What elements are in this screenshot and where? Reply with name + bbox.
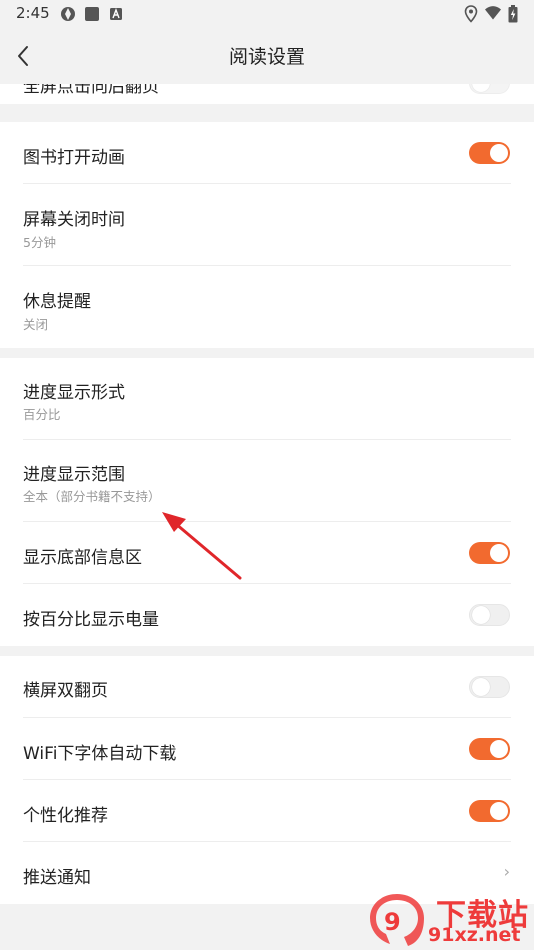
setting-title: 个性化推荐 xyxy=(23,806,108,826)
settings-group-3: 横屏双翻页 WiFi下字体自动下载 个性化推荐 推送通知 › xyxy=(0,656,534,904)
setting-title: 推送通知 xyxy=(23,868,91,888)
toggle-knob xyxy=(472,84,490,92)
setting-row-book-open-animation[interactable]: 图书打开动画 xyxy=(0,122,534,184)
setting-row-progress-display-format[interactable]: 进度显示形式 百分比 xyxy=(0,358,534,440)
setting-title: 休息提醒 xyxy=(23,292,91,312)
setting-row-progress-display-range[interactable]: 进度显示范围 全本（部分书籍不支持） xyxy=(0,440,534,522)
toggle-knob xyxy=(472,606,490,624)
svg-text:9: 9 xyxy=(384,908,401,936)
app-icon xyxy=(61,7,75,21)
setting-title: 图书打开动画 xyxy=(23,148,125,168)
landscape-double-page-toggle[interactable] xyxy=(469,676,510,698)
status-time: 2:45 xyxy=(16,4,50,22)
setting-subtitle: 关闭 xyxy=(23,317,49,332)
book-open-animation-toggle[interactable] xyxy=(469,142,510,164)
toggle-knob xyxy=(490,144,508,162)
setting-title: 横屏双翻页 xyxy=(23,681,108,701)
setting-title: 按百分比显示电量 xyxy=(23,610,159,630)
setting-title: 显示底部信息区 xyxy=(23,548,142,568)
page-title: 阅读设置 xyxy=(228,46,305,68)
toggle-knob xyxy=(472,678,490,696)
toggle-knob xyxy=(490,802,508,820)
personalized-recommendation-toggle[interactable] xyxy=(469,800,510,822)
setting-title: 屏幕关闭时间 xyxy=(23,210,125,230)
setting-row-screen-off-time[interactable]: 屏幕关闭时间 5分钟 xyxy=(0,184,534,266)
toggle-knob xyxy=(490,544,508,562)
stop-icon xyxy=(85,7,99,21)
settings-group-1: 图书打开动画 屏幕关闭时间 5分钟 休息提醒 关闭 xyxy=(0,122,534,348)
setting-row-wifi-font-download[interactable]: WiFi下字体自动下载 xyxy=(0,718,534,780)
watermark: 9 下载站 91xz.net xyxy=(360,890,534,950)
battery-percentage-toggle[interactable] xyxy=(469,604,510,626)
setting-row-battery-percentage[interactable]: 按百分比显示电量 xyxy=(0,584,534,646)
clipped-row-title: 全屏点击向后翻页 xyxy=(23,84,159,97)
clipped-settings-row[interactable]: 全屏点击向后翻页 xyxy=(0,84,534,104)
app-header: 阅读设置 xyxy=(0,28,534,84)
clipped-row-toggle[interactable] xyxy=(469,84,510,94)
setting-subtitle: 全本（部分书籍不支持） xyxy=(23,489,161,504)
battery-icon xyxy=(508,5,518,23)
setting-row-landscape-double-page[interactable]: 横屏双翻页 xyxy=(0,656,534,718)
setting-title: 进度显示形式 xyxy=(23,383,125,403)
reading-settings-screen: 2:45 阅读设置 全屏点击向后翻页 图书打开动画 屏幕关闭时间 5分钟 休息提… xyxy=(0,0,534,950)
location-icon xyxy=(464,5,478,23)
wifi-icon xyxy=(485,6,501,20)
setting-row-personalized-recommendation[interactable]: 个性化推荐 xyxy=(0,780,534,842)
font-icon xyxy=(110,8,122,20)
chevron-right-icon: › xyxy=(503,862,510,881)
watermark-bottom-text: 91xz.net xyxy=(428,924,521,946)
bottom-info-area-toggle[interactable] xyxy=(469,542,510,564)
wifi-font-download-toggle[interactable] xyxy=(469,738,510,760)
settings-group-2: 进度显示形式 百分比 进度显示范围 全本（部分书籍不支持） 显示底部信息区 按百… xyxy=(0,358,534,646)
setting-subtitle: 百分比 xyxy=(23,407,61,422)
status-bar: 2:45 xyxy=(0,0,534,28)
setting-row-rest-reminder[interactable]: 休息提醒 关闭 xyxy=(0,266,534,348)
watermark-logo-icon: 9 xyxy=(370,894,424,946)
setting-row-bottom-info-area[interactable]: 显示底部信息区 xyxy=(0,522,534,584)
toggle-knob xyxy=(490,740,508,758)
setting-title: 进度显示范围 xyxy=(23,465,125,485)
setting-title: WiFi下字体自动下载 xyxy=(23,744,177,764)
setting-subtitle: 5分钟 xyxy=(23,235,56,250)
